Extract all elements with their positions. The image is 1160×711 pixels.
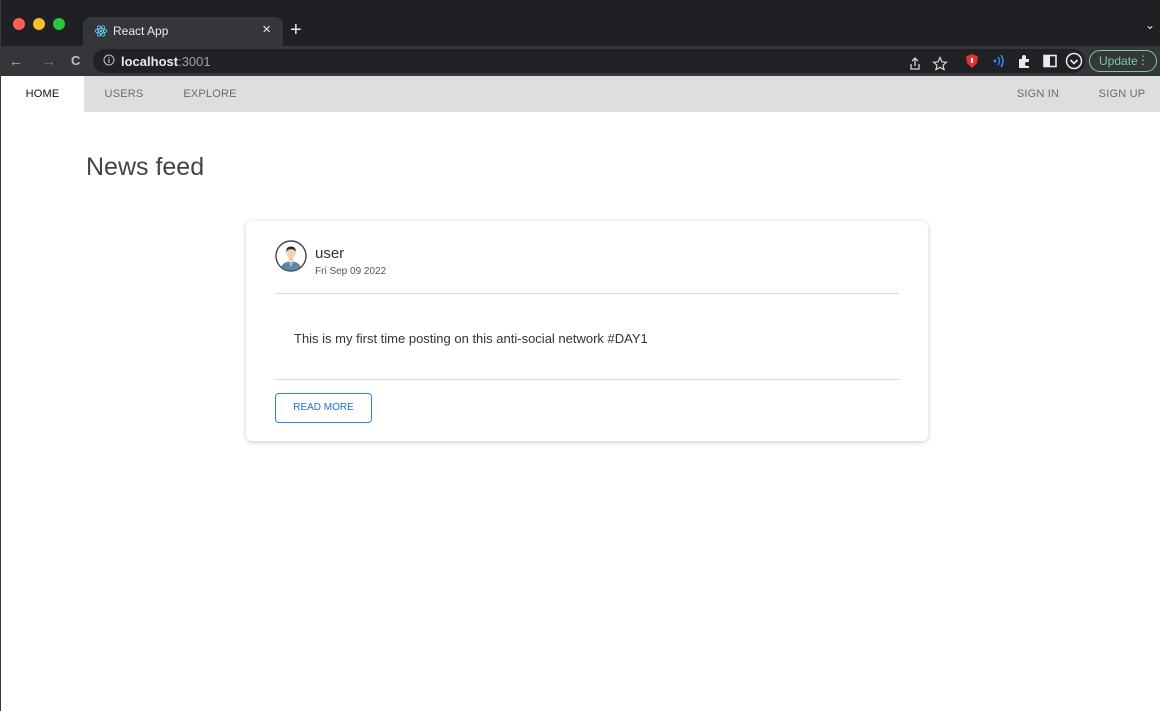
nav-explore[interactable]: EXPLORE: [173, 76, 247, 112]
forward-icon[interactable]: →: [42, 53, 56, 69]
extensions-puzzle-icon[interactable]: [1015, 52, 1033, 70]
update-button[interactable]: Update ⋮: [1089, 50, 1157, 72]
post-card: user Fri Sep 09 2022 This is my first ti…: [246, 221, 928, 441]
side-panel-icon[interactable]: [1041, 52, 1059, 70]
maximize-window-button[interactable]: [53, 18, 65, 30]
reload-icon[interactable]: C: [71, 53, 80, 69]
nav-home[interactable]: HOME: [1, 76, 84, 112]
divider: [275, 293, 899, 294]
browser-tab[interactable]: React App ×: [83, 17, 283, 46]
url-port: :3001: [178, 54, 211, 69]
page-title: News feed: [86, 153, 205, 181]
share-icon[interactable]: [906, 55, 924, 73]
browser-window: React App × + ⌄ ← → C localhost:3001 Upd…: [0, 0, 1160, 711]
extension-wave-icon[interactable]: [989, 52, 1007, 70]
address-bar[interactable]: localhost:3001: [93, 49, 1085, 73]
divider: [275, 379, 899, 380]
back-icon[interactable]: ←: [9, 53, 23, 69]
nav-sign-in[interactable]: SIGN IN: [1005, 76, 1071, 112]
profile-icon[interactable]: [1065, 52, 1083, 70]
bookmark-star-icon[interactable]: [931, 55, 949, 73]
more-menu-icon[interactable]: ⋮: [1137, 53, 1149, 67]
tab-search-icon[interactable]: ⌄: [1145, 18, 1155, 32]
post-author[interactable]: user: [315, 245, 344, 262]
read-more-button[interactable]: READ MORE: [275, 393, 372, 423]
url-text: localhost:3001: [121, 54, 211, 69]
tab-strip: React App × + ⌄: [1, 0, 1160, 46]
tab-title: React App: [113, 24, 169, 38]
nav-users[interactable]: USERS: [92, 76, 156, 112]
post-date: Fri Sep 09 2022: [315, 266, 387, 277]
react-icon: [94, 25, 108, 37]
url-host: localhost: [121, 54, 179, 69]
browser-toolbar: ← → C localhost:3001 Update ⋮: [1, 46, 1160, 76]
minimize-window-button[interactable]: [33, 18, 45, 30]
post-text: This is my first time posting on this an…: [294, 331, 648, 346]
update-label: Update: [1099, 54, 1138, 68]
extension-shield-icon[interactable]: [963, 52, 981, 70]
tab-close-icon[interactable]: ×: [262, 22, 271, 38]
info-icon: [103, 54, 115, 66]
nav-sign-up[interactable]: SIGN UP: [1087, 76, 1157, 112]
close-window-button[interactable]: [13, 18, 25, 30]
page-viewport: HOME USERS EXPLORE SIGN IN SIGN UP News …: [1, 76, 1160, 711]
app-navbar: HOME USERS EXPLORE SIGN IN SIGN UP: [1, 76, 1160, 112]
avatar-icon: [275, 240, 307, 272]
new-tab-icon[interactable]: +: [290, 18, 302, 42]
